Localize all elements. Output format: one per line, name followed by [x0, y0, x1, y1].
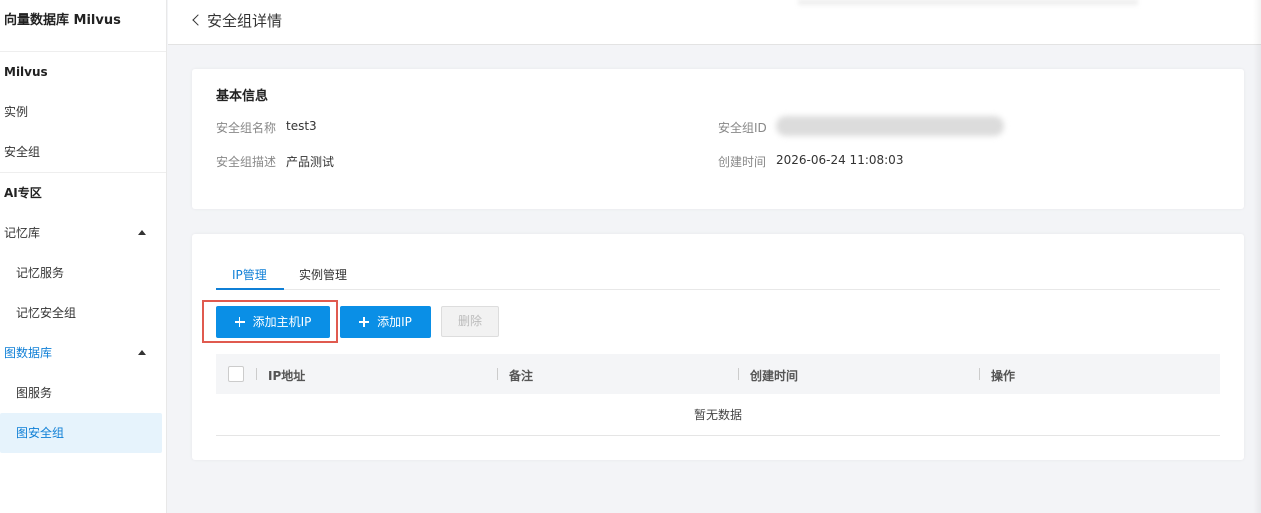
sidebar-item-graph-security-group[interactable]: 图安全组: [0, 413, 162, 453]
basic-info-heading: 基本信息: [216, 89, 269, 104]
tab-divider: [216, 289, 1220, 290]
column-created-time: 创建时间: [750, 369, 799, 383]
description-value: 产品测试: [286, 155, 335, 169]
ip-management-card: IP管理 实例管理 添加主机IP 添加IP 删除 IP地址 备注 创建时间 操作…: [192, 234, 1244, 460]
basic-info-card: 基本信息 安全组名称 test3 安全组描述 产品测试 安全组ID 创建时间 2…: [192, 69, 1244, 209]
name-value: test3: [286, 119, 317, 133]
created-time-value: 2026-06-24 11:08:03: [776, 153, 904, 167]
tab-instance-management[interactable]: 实例管理: [299, 266, 347, 283]
caret-up-icon: [138, 350, 146, 355]
active-tab-indicator: [216, 288, 284, 290]
column-remark: 备注: [509, 369, 534, 383]
sidebar-group-graph-db[interactable]: 图数据库: [0, 333, 166, 373]
column-actions: 操作: [991, 369, 1016, 383]
table-header: IP地址 备注 创建时间 操作: [216, 354, 1220, 394]
caret-up-icon: [138, 230, 146, 235]
name-label: 安全组名称: [216, 121, 277, 135]
delete-button[interactable]: 删除: [441, 306, 499, 337]
sidebar-item-memory-security-group[interactable]: 记忆安全组: [0, 293, 166, 333]
description-label: 安全组描述: [216, 155, 277, 169]
select-all-checkbox[interactable]: [228, 366, 244, 382]
add-host-ip-label: 添加主机IP: [252, 315, 312, 329]
sidebar: 向量数据库 Milvus Milvus 实例 安全组 AI专区 记忆库 记忆服务…: [0, 0, 167, 513]
sidebar-group-graph-db-label: 图数据库: [4, 346, 53, 360]
section-ai: AI专区: [4, 186, 42, 200]
plus-icon: [234, 317, 245, 327]
security-group-id-label: 安全组ID: [718, 121, 767, 135]
column-ip-address: IP地址: [268, 369, 306, 383]
back-arrow-icon[interactable]: [190, 10, 204, 30]
page-header: 安全组详情: [168, 0, 1261, 45]
plus-icon: [359, 317, 370, 327]
sidebar-item-instances[interactable]: 实例: [0, 92, 166, 132]
brand-title: 向量数据库 Milvus: [0, 0, 166, 52]
security-group-id-value-redacted: [776, 116, 1004, 136]
sidebar-item-graph-service[interactable]: 图服务: [0, 373, 166, 413]
sidebar-item-security-groups[interactable]: 安全组: [0, 132, 166, 172]
add-host-ip-button[interactable]: 添加主机IP: [216, 306, 330, 338]
tab-ip-management[interactable]: IP管理: [232, 266, 267, 283]
add-ip-label: 添加IP: [377, 315, 412, 329]
sidebar-item-memory-service[interactable]: 记忆服务: [0, 253, 166, 293]
page-title: 安全组详情: [207, 12, 283, 30]
add-ip-button[interactable]: 添加IP: [340, 306, 431, 338]
empty-table-message: 暂无数据: [216, 394, 1220, 436]
section-milvus: Milvus: [4, 65, 48, 79]
sidebar-group-memory-db-label: 记忆库: [4, 226, 41, 240]
sidebar-group-memory-db[interactable]: 记忆库: [0, 213, 166, 253]
created-time-label: 创建时间: [718, 155, 767, 169]
